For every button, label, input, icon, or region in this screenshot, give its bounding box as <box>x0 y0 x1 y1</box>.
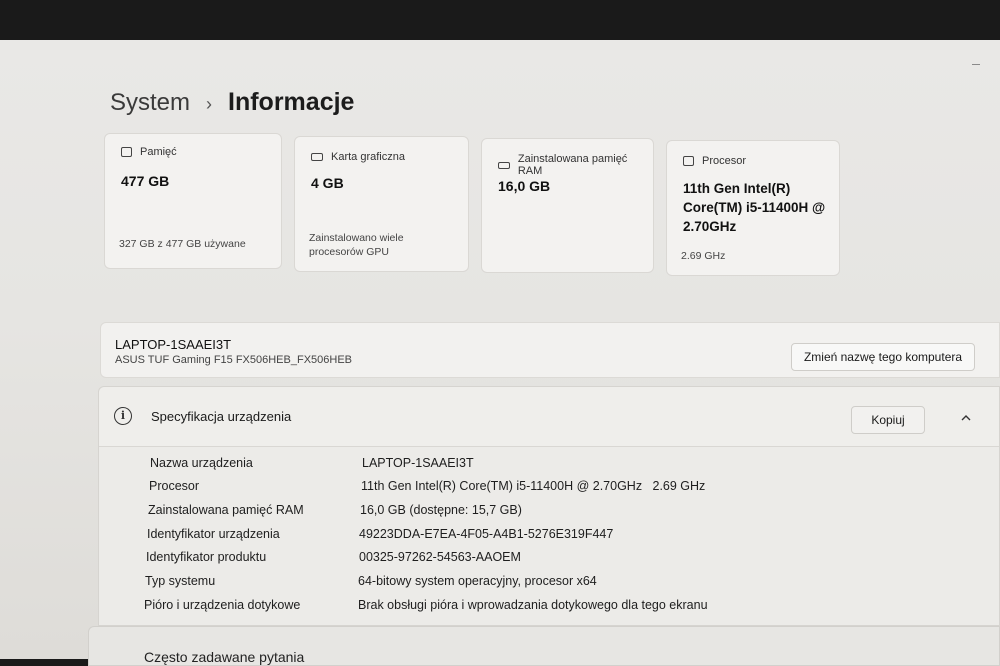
storage-card[interactable]: Pamięć 477 GB 327 GB z 477 GB używane <box>104 133 282 269</box>
ram-icon <box>498 161 510 169</box>
spec-value[interactable]: 49223DDA-E7EA-4F05-A4B1-5276E319F447 <box>359 527 613 541</box>
device-name-bar: LAPTOP-1SAAEI3T ASUS TUF Gaming F15 FX50… <box>100 322 1000 378</box>
device-spec-panel: i Specyfikacja urządzenia Kopiuj Nazwa u… <box>98 386 1000 626</box>
gpu-card-header: Karta graficzna <box>311 151 405 163</box>
spec-value[interactable]: 16,0 GB (dostępne: 15,7 GB) <box>360 503 522 517</box>
settings-window: System › Informacje Pamięć 477 GB 327 GB… <box>0 40 1000 666</box>
gpu-card-value: 4 GB <box>311 175 344 191</box>
storage-card-value: 477 GB <box>121 173 170 189</box>
spec-label: Typ systemu <box>145 574 216 588</box>
device-spec-header[interactable]: i Specyfikacja urządzenia Kopiuj <box>99 387 999 447</box>
spec-label: Identyfikator produktu <box>146 550 267 564</box>
faq-title: Często zadawane pytania <box>144 649 305 665</box>
spec-value[interactable]: 64-bitowy system operacyjny, procesor x6… <box>358 574 597 588</box>
cpu-card-value: 11th Gen Intel(R) Core(TM) i5-11400H @ 2… <box>683 181 826 234</box>
page-title: Informacje <box>228 88 355 116</box>
chevron-up-icon[interactable] <box>961 413 971 423</box>
spec-value[interactable]: 00325-97262-54563-AAOEM <box>359 550 521 564</box>
device-name: LAPTOP-1SAAEI3T <box>115 337 232 352</box>
rename-computer-button[interactable]: Zmień nazwę tego komputera <box>791 343 975 371</box>
spec-value[interactable]: Brak obsługi pióra i wprowadzania dotyko… <box>358 598 708 612</box>
spec-label: Identyfikator urządzenia <box>147 527 280 541</box>
copy-button[interactable]: Kopiuj <box>851 406 925 434</box>
cpu-card-label: Procesor <box>702 155 747 167</box>
cpu-card-header: Procesor <box>683 155 746 167</box>
spec-label: Zainstalowana pamięć RAM <box>148 503 304 517</box>
device-spec-title: Specyfikacja urządzenia <box>151 409 292 424</box>
ram-card-label: Zainstalowana pamięć RAM <box>517 153 628 177</box>
faq-panel[interactable]: Często zadawane pytania <box>88 626 1000 666</box>
breadcrumb-system-link[interactable]: System <box>110 89 190 117</box>
device-model: ASUS TUF Gaming F15 FX506HEB_FX506HEB <box>115 354 353 366</box>
storage-card-sub: 327 GB z 477 GB używane <box>119 238 246 250</box>
ram-card-value: 16,0 GB <box>498 178 551 194</box>
cpu-card-sub: 2.69 GHz <box>681 250 726 262</box>
spec-value[interactable]: LAPTOP-1SAAEI3T <box>362 456 474 470</box>
ram-card-header: Zainstalowana pamięć RAM <box>498 153 653 177</box>
spec-label: Procesor <box>149 479 200 493</box>
chevron-right-icon: › <box>206 94 213 114</box>
spec-label: Nazwa urządzenia <box>150 456 253 470</box>
info-icon: i <box>114 407 132 425</box>
cpu-icon <box>683 156 694 166</box>
gpu-icon <box>311 153 323 161</box>
storage-icon <box>121 147 132 157</box>
gpu-card-label: Karta graficzna <box>331 151 405 163</box>
spec-value[interactable]: 11th Gen Intel(R) Core(TM) i5-11400H @ 2… <box>361 479 705 493</box>
breadcrumb: System › Informacje <box>110 88 354 117</box>
storage-card-label: Pamięć <box>140 146 177 158</box>
cpu-card[interactable]: Procesor 11th Gen Intel(R) Core(TM) i5-1… <box>666 140 840 276</box>
gpu-card-sub: Zainstalowano wiele procesorów GPU <box>309 232 404 258</box>
storage-card-header: Pamięć <box>121 146 177 158</box>
ram-card[interactable]: Zainstalowana pamięć RAM 16,0 GB <box>481 138 654 273</box>
spec-label: Pióro i urządzenia dotykowe <box>144 598 301 612</box>
window-control-mark <box>972 64 980 65</box>
gpu-card[interactable]: Karta graficzna 4 GB Zainstalowano wiele… <box>294 136 469 272</box>
